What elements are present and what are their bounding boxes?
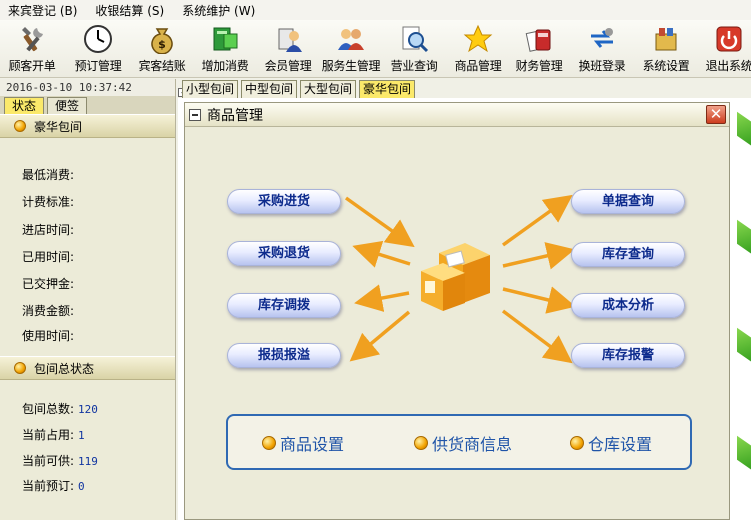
tab-luxury-room[interactable]: 豪华包间 (359, 80, 416, 98)
staff-button[interactable]: 服务生管理 (320, 22, 382, 76)
room-status-header[interactable]: 包间总状态 (0, 356, 175, 380)
left-status-panel: 2016-03-10 10:37:42 状态 便签 豪华包间 最低消费: 计费标… (0, 79, 176, 520)
staff-icon (336, 24, 366, 54)
settings-links-panel: 商品设置 供货商信息 仓库设置 (226, 414, 692, 470)
room-status-body: 包间总数: 120 当前占用: 1 当前可供: 119 当前预订: 0 (0, 380, 175, 520)
elapsed-time-label: 已用时间: (22, 250, 75, 264)
toolbar-label: 退出系统 (705, 59, 751, 73)
open-order-button[interactable]: 顾客开单 (6, 22, 58, 76)
tab-small-room[interactable]: 小型包间 (182, 80, 239, 98)
check-in-time-label: 进店时间: (22, 223, 75, 237)
tab-large-room[interactable]: 大型包间 (300, 80, 357, 98)
shift-icon (587, 24, 617, 54)
toolbar-label: 会员管理 (264, 59, 312, 73)
member-icon (273, 24, 303, 54)
tools-icon (17, 24, 47, 54)
occupied-rooms-value: 1 (78, 429, 85, 442)
bullet-icon (570, 436, 584, 450)
business-query-button[interactable]: 营业查询 (388, 22, 440, 76)
purchase-in-button[interactable]: 采购进货 (227, 189, 341, 214)
toolbar-label: 增加消费 (201, 59, 249, 73)
current-datetime: 2016-03-10 10:37:42 (0, 79, 175, 96)
toolbar-label: 服务生管理 (321, 59, 381, 73)
settings-icon (651, 24, 681, 54)
tab-notes[interactable]: 便签 (47, 97, 87, 114)
add-consumption-icon (210, 24, 240, 54)
package-boxes-icon (421, 243, 490, 311)
purchase-return-button[interactable]: 采购退货 (227, 241, 341, 266)
toolbar-label: 预订管理 (74, 59, 122, 73)
reserved-rooms-value: 0 (78, 480, 85, 493)
occupied-rooms: 当前占用: 1 (22, 426, 85, 443)
stock-query-button[interactable]: 库存查询 (571, 242, 685, 267)
min-spend-label: 最低消费: (22, 168, 75, 182)
star-icon (463, 24, 493, 54)
svg-text:$: $ (158, 38, 166, 51)
total-rooms-value: 120 (78, 403, 98, 416)
power-icon (714, 24, 744, 54)
usage-time-label: 使用时间: (22, 329, 75, 343)
finance-icon (524, 24, 554, 54)
occupied-rooms-label: 当前占用: (22, 428, 75, 442)
stock-alert-button[interactable]: 库存报警 (571, 343, 685, 368)
total-rooms: 包间总数: 120 (22, 400, 98, 417)
document-query-button[interactable]: 单据查询 (571, 189, 685, 214)
collapse-dot-icon (14, 120, 26, 132)
cost-analysis-button[interactable]: 成本分析 (571, 293, 685, 318)
room-info-body: 最低消费: 计费标准: 进店时间: 已用时间: 已交押金: 消费金额: 使用时间… (0, 138, 175, 356)
toolbar-label: 系统设置 (642, 59, 690, 73)
room-info-header[interactable]: 豪华包间 (0, 114, 175, 138)
toolbar-label: 财务管理 (515, 59, 563, 73)
toolbar-label: 换班登录 (578, 59, 626, 73)
product-management-dialog: 商品管理 ✕ 采购进货 采购退货 库存调拨 报损报溢 单据查询 库存查询 成本分… (184, 102, 730, 520)
product-management-button[interactable]: 商品管理 (452, 22, 504, 76)
tab-status[interactable]: 状态 (4, 97, 44, 114)
product-settings-link[interactable]: 商品设置 (262, 431, 344, 455)
consumption-amount-label: 消费金额: (22, 304, 75, 318)
toolbar-label: 商品管理 (454, 59, 502, 73)
left-tabs: 状态 便签 (0, 96, 175, 114)
available-rooms: 当前可供: 119 (22, 452, 98, 469)
warehouse-settings-label: 仓库设置 (588, 435, 653, 454)
room-status-title: 包间总状态 (34, 361, 95, 376)
member-button[interactable]: 会员管理 (262, 22, 314, 76)
room-type-tabs: 小型包间 中型包间 大型包间 豪华包间 (182, 80, 418, 98)
toolbar: 顾客开单 预订管理 $ 宾客结账 增加消费 会员管理 服务生管理 营业查询 商品… (0, 20, 751, 78)
reserved-rooms: 当前预订: 0 (22, 477, 85, 494)
search-icon (399, 24, 429, 54)
supplier-info-label: 供货商信息 (432, 435, 513, 454)
add-consumption-button[interactable]: 增加消费 (199, 22, 251, 76)
toolbar-label: 宾客结账 (138, 59, 186, 73)
exit-system-button[interactable]: 退出系统 (703, 22, 751, 76)
menu-bar: 来宾登记 (B) 收银结算 (S) 系统维护 (W) (0, 0, 751, 20)
tab-medium-room[interactable]: 中型包间 (241, 80, 298, 98)
collapse-dot-icon (14, 362, 26, 374)
reserved-rooms-label: 当前预订: (22, 479, 75, 493)
toolbar-label: 营业查询 (390, 59, 438, 73)
loss-overflow-button[interactable]: 报损报溢 (227, 343, 341, 368)
product-settings-label: 商品设置 (280, 435, 345, 454)
menu-guest-registration[interactable]: 来宾登记 (B) (8, 2, 77, 19)
bullet-icon (414, 436, 428, 450)
toolbar-label: 顾客开单 (8, 59, 56, 73)
menu-cashier-checkout[interactable]: 收银结算 (S) (95, 2, 164, 19)
supplier-info-link[interactable]: 供货商信息 (414, 431, 512, 455)
clock-icon (83, 24, 113, 54)
shift-login-button[interactable]: 换班登录 (576, 22, 628, 76)
bullet-icon (262, 436, 276, 450)
available-rooms-value: 119 (78, 455, 98, 468)
stock-transfer-button[interactable]: 库存调拨 (227, 293, 341, 318)
available-rooms-label: 当前可供: (22, 454, 75, 468)
deposit-paid-label: 已交押金: (22, 277, 75, 291)
warehouse-settings-link[interactable]: 仓库设置 (570, 431, 652, 455)
billing-standard-label: 计费标准: (22, 195, 75, 209)
checkout-button[interactable]: $ 宾客结账 (136, 22, 188, 76)
room-info-title: 豪华包间 (34, 119, 83, 134)
finance-button[interactable]: 财务管理 (513, 22, 565, 76)
system-settings-button[interactable]: 系统设置 (640, 22, 692, 76)
total-rooms-label: 包间总数: (22, 402, 75, 416)
reservation-button[interactable]: 预订管理 (72, 22, 124, 76)
menu-system-maintenance[interactable]: 系统维护 (W) (182, 2, 255, 19)
money-bag-icon: $ (147, 24, 177, 54)
